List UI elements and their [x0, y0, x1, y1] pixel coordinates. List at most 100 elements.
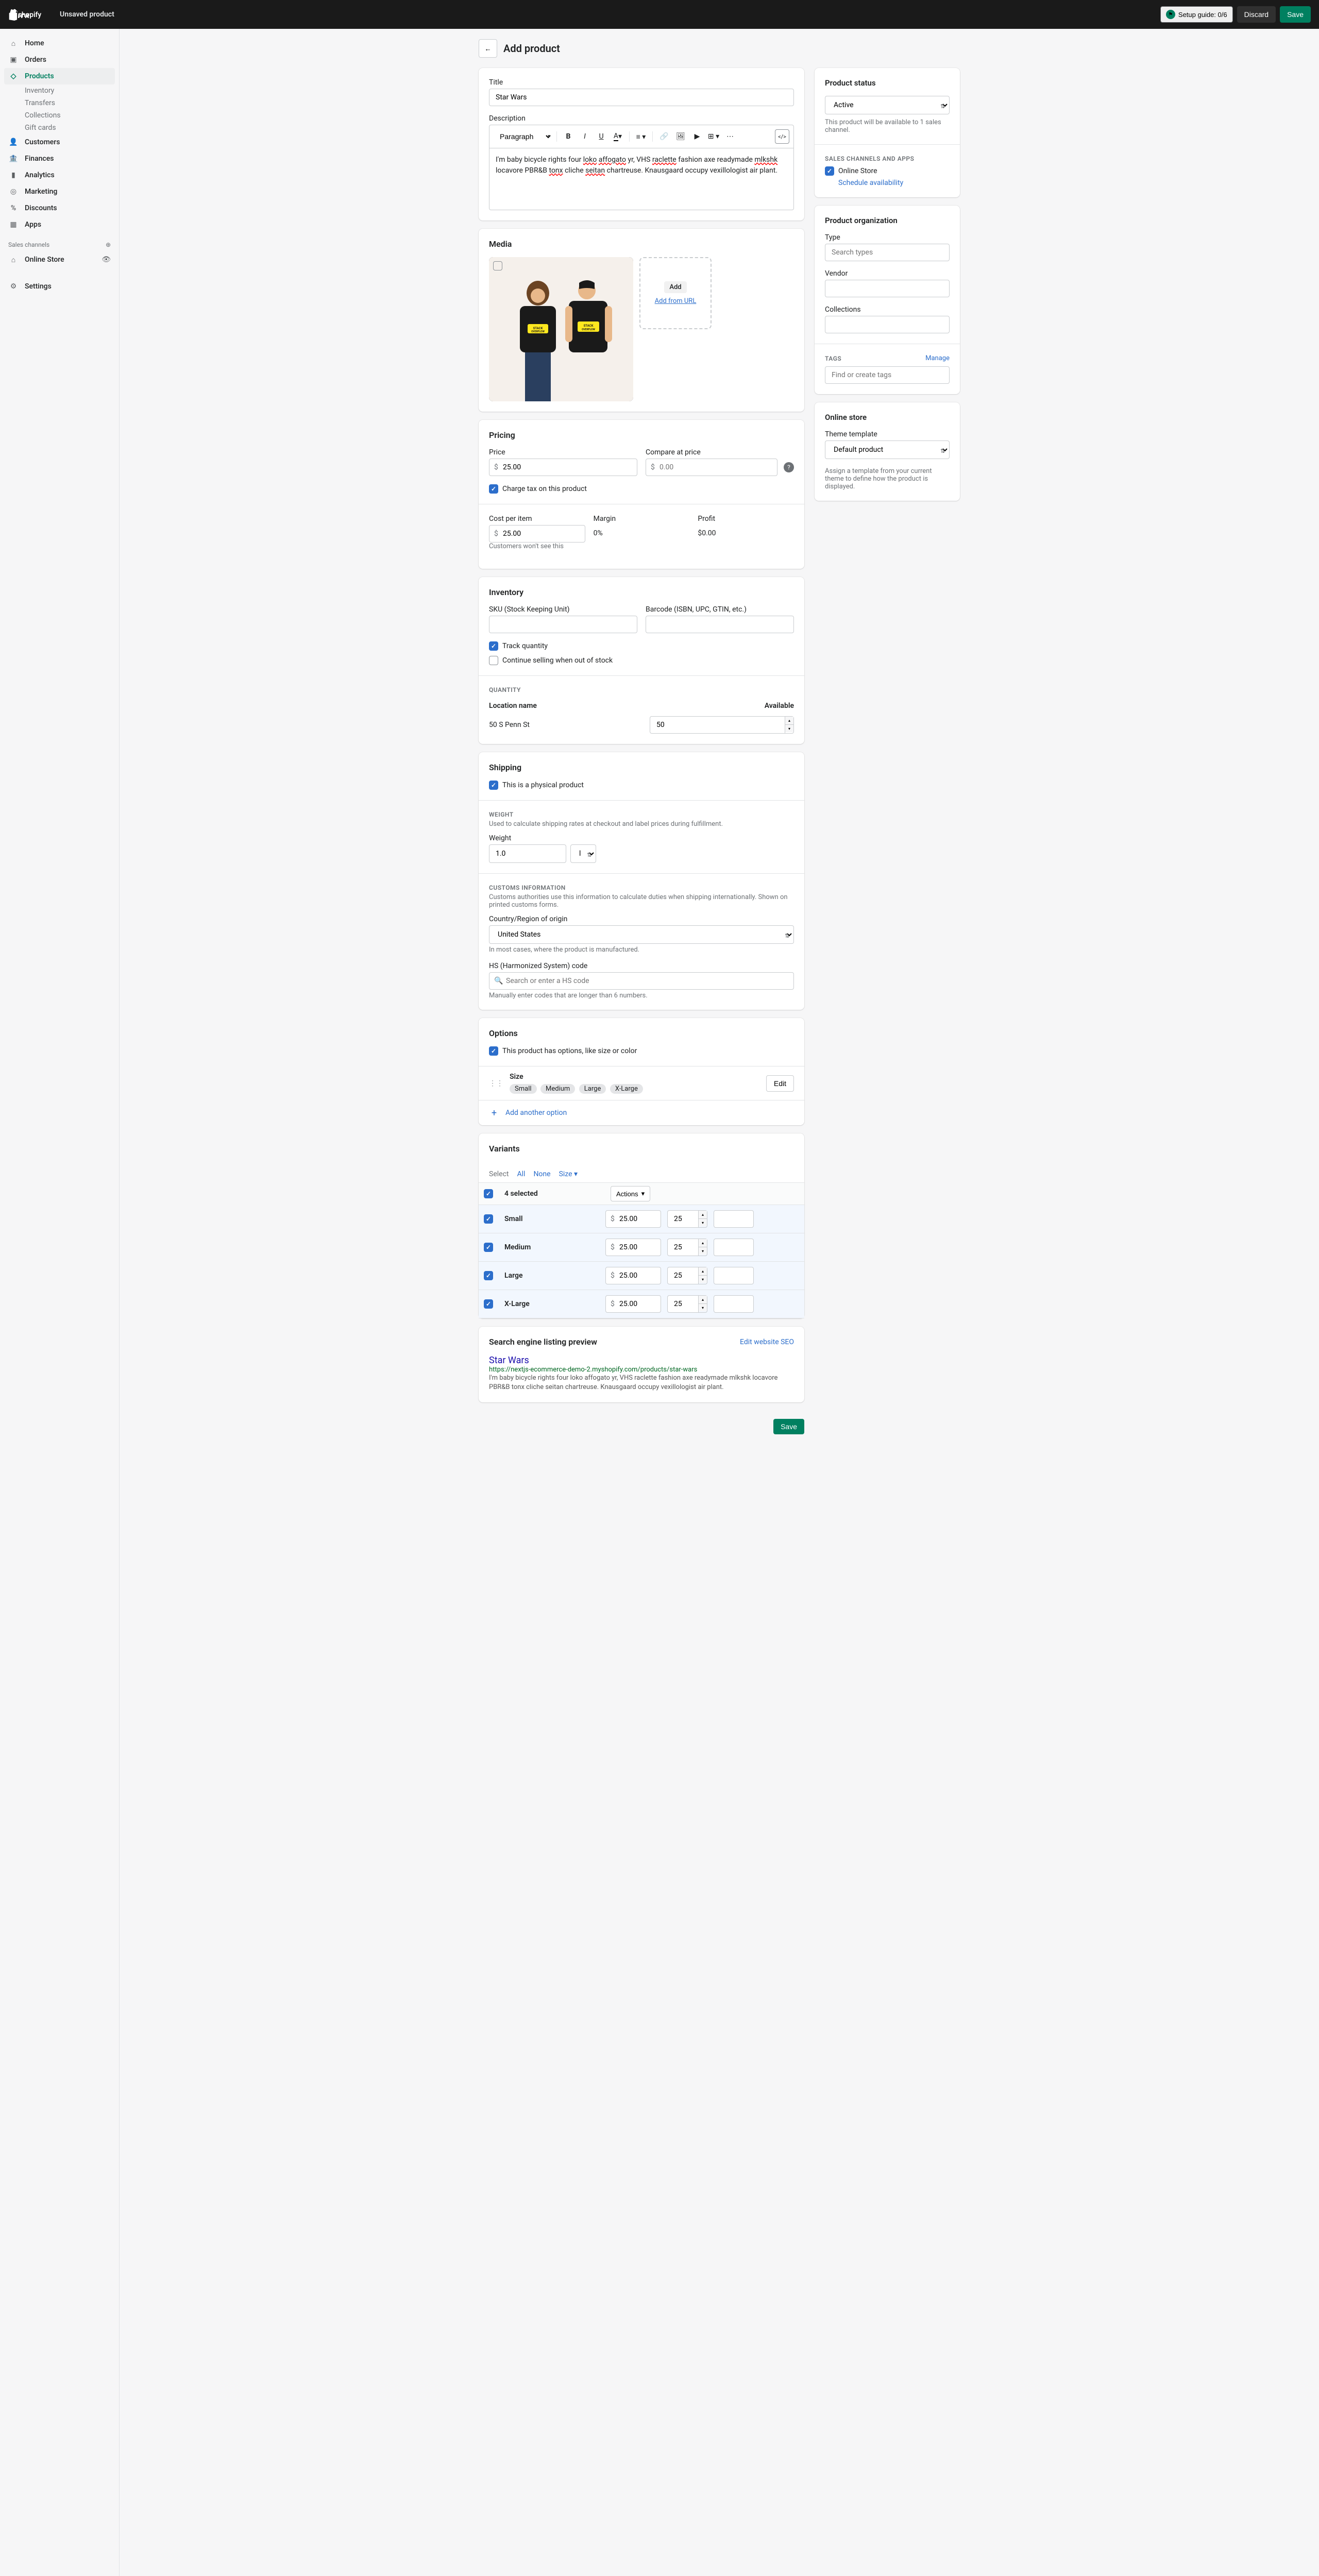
- footer-save-button[interactable]: Save: [773, 1419, 804, 1434]
- schedule-link[interactable]: Schedule availability: [838, 179, 903, 187]
- image-button[interactable]: 🖼: [673, 129, 688, 144]
- nav-inventory[interactable]: Inventory: [0, 84, 119, 97]
- variant-sku-input[interactable]: [714, 1210, 754, 1228]
- media-dropzone[interactable]: Add Add from URL: [639, 257, 712, 329]
- media-checkbox[interactable]: [493, 261, 502, 270]
- setup-guide-button[interactable]: ⚑ Setup guide: 0/6: [1160, 6, 1233, 23]
- drag-handle-icon[interactable]: ⋮⋮: [489, 1079, 503, 1088]
- discard-button[interactable]: Discard: [1237, 6, 1276, 23]
- add-channel-icon[interactable]: ⊕: [106, 241, 111, 248]
- bold-button[interactable]: B: [561, 129, 576, 144]
- nav-orders[interactable]: ▣Orders: [0, 52, 119, 68]
- nav-collections[interactable]: Collections: [0, 109, 119, 122]
- qty-down-button[interactable]: ▾: [699, 1247, 707, 1255]
- info-icon[interactable]: ?: [784, 462, 794, 472]
- media-thumbnail[interactable]: STACK OVERFLOW STACK OVERFLOW: [489, 257, 633, 401]
- nav-home[interactable]: ⌂Home: [0, 35, 119, 52]
- has-options-checkbox[interactable]: [489, 1046, 498, 1056]
- margin-value: 0%: [594, 525, 690, 537]
- variant-sku-input[interactable]: [714, 1239, 754, 1256]
- nav-marketing[interactable]: ◎Marketing: [0, 183, 119, 200]
- quantity-input[interactable]: [650, 716, 785, 734]
- barcode-input[interactable]: [646, 616, 794, 633]
- nav-apps[interactable]: ▦Apps: [0, 216, 119, 233]
- sku-input[interactable]: [489, 616, 637, 633]
- physical-product-checkbox[interactable]: [489, 781, 498, 790]
- compare-input[interactable]: [646, 459, 777, 476]
- collections-input[interactable]: [825, 316, 950, 333]
- vendor-input[interactable]: [825, 280, 950, 297]
- qty-up-button[interactable]: ▴: [699, 1239, 707, 1247]
- variant-qty-input[interactable]: [667, 1267, 698, 1284]
- code-view-button[interactable]: </>: [775, 129, 789, 144]
- link-button[interactable]: 🔗: [657, 129, 671, 144]
- add-from-url-link[interactable]: Add from URL: [655, 297, 697, 305]
- add-media-button[interactable]: Add: [664, 281, 686, 293]
- color-button[interactable]: A ▾: [611, 129, 625, 144]
- nav-settings[interactable]: ⚙Settings: [0, 278, 119, 295]
- qty-up-button[interactable]: ▴: [699, 1296, 707, 1303]
- status-select[interactable]: Active: [825, 96, 950, 114]
- tags-input[interactable]: [825, 366, 950, 384]
- video-button[interactable]: ▶: [690, 129, 704, 144]
- continue-selling-checkbox[interactable]: [489, 656, 498, 665]
- cost-input[interactable]: [489, 525, 585, 543]
- more-button[interactable]: ⋯: [723, 129, 737, 144]
- variant-checkbox[interactable]: [484, 1271, 493, 1280]
- type-input[interactable]: [825, 244, 950, 261]
- price-input[interactable]: [489, 459, 637, 476]
- nav-analytics[interactable]: ▮Analytics: [0, 167, 119, 183]
- select-all-link[interactable]: All: [517, 1170, 525, 1178]
- italic-button[interactable]: I: [578, 129, 592, 144]
- shopify-logo[interactable]: shopify: [8, 8, 60, 21]
- underline-button[interactable]: U: [594, 129, 608, 144]
- manage-tags-link[interactable]: Manage: [925, 354, 950, 362]
- qty-up-button[interactable]: ▴: [699, 1211, 707, 1218]
- actions-dropdown[interactable]: Actions ▾: [611, 1186, 650, 1201]
- edit-option-button[interactable]: Edit: [766, 1075, 794, 1092]
- title-input[interactable]: [489, 89, 794, 106]
- nav-finances[interactable]: 🏦Finances: [0, 150, 119, 167]
- nav-gift-cards[interactable]: Gift cards: [0, 122, 119, 134]
- select-none-link[interactable]: None: [533, 1170, 550, 1178]
- paragraph-select[interactable]: Paragraph: [494, 130, 552, 143]
- description-editor[interactable]: I'm baby bicycle rights four loko affoga…: [489, 148, 794, 210]
- variant-sku-input[interactable]: [714, 1267, 754, 1284]
- charge-tax-checkbox[interactable]: [489, 484, 498, 494]
- nav-transfers[interactable]: Transfers: [0, 97, 119, 109]
- variant-qty-input[interactable]: [667, 1239, 698, 1256]
- variant-sku-input[interactable]: [714, 1295, 754, 1313]
- view-icon[interactable]: 👁: [102, 256, 111, 264]
- variant-name: Small: [499, 1213, 602, 1225]
- template-select[interactable]: Default product: [825, 440, 950, 459]
- nav-online-store[interactable]: ⌂Online Store👁: [0, 251, 119, 268]
- variant-checkbox[interactable]: [484, 1299, 493, 1309]
- qty-up-button[interactable]: ▴: [699, 1267, 707, 1275]
- track-quantity-checkbox[interactable]: [489, 641, 498, 651]
- select-all-checkbox[interactable]: [484, 1189, 493, 1198]
- hs-input[interactable]: [489, 972, 794, 990]
- select-size-link[interactable]: Size ▾: [559, 1170, 578, 1178]
- align-button[interactable]: ≡ ▾: [634, 129, 648, 144]
- variant-checkbox[interactable]: [484, 1214, 493, 1224]
- save-button[interactable]: Save: [1280, 6, 1311, 23]
- variant-qty-input[interactable]: [667, 1295, 698, 1313]
- add-option-button[interactable]: + Add another option: [479, 1100, 804, 1125]
- qty-down-button[interactable]: ▾: [785, 724, 793, 732]
- qty-down-button[interactable]: ▾: [699, 1303, 707, 1311]
- qty-up-button[interactable]: ▴: [785, 717, 793, 724]
- weight-input[interactable]: [489, 844, 566, 863]
- back-button[interactable]: ←: [479, 39, 497, 58]
- variant-checkbox[interactable]: [484, 1243, 493, 1252]
- nav-discounts[interactable]: %Discounts: [0, 200, 119, 216]
- variant-qty-input[interactable]: [667, 1210, 698, 1228]
- edit-seo-link[interactable]: Edit website SEO: [740, 1338, 794, 1346]
- weight-unit-select[interactable]: lb: [570, 844, 596, 863]
- nav-customers[interactable]: 👤Customers: [0, 134, 119, 150]
- qty-down-button[interactable]: ▾: [699, 1218, 707, 1226]
- nav-products[interactable]: ◇Products: [4, 68, 115, 84]
- table-button[interactable]: ⊞ ▾: [706, 129, 721, 144]
- country-select[interactable]: United States: [489, 925, 794, 944]
- qty-down-button[interactable]: ▾: [699, 1275, 707, 1283]
- online-store-checkbox[interactable]: [825, 166, 834, 176]
